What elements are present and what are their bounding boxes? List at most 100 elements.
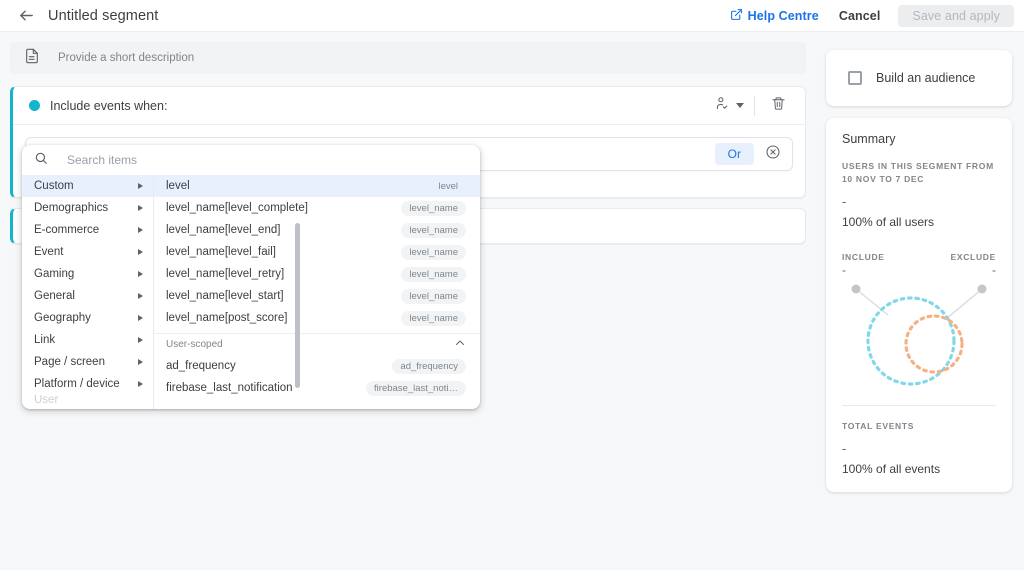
option-type-chip: level_name (401, 244, 466, 260)
option-item[interactable]: level_name[level_start] level_name (154, 285, 480, 307)
user-scope-icon (714, 96, 729, 116)
search-input[interactable] (65, 152, 405, 168)
build-audience-panel: Build an audience (826, 50, 1012, 106)
option-type-chip: level_name (401, 200, 466, 216)
external-link-icon (730, 8, 743, 24)
chevron-right-icon (138, 205, 143, 211)
save-and-apply-button[interactable]: Save and apply (898, 4, 1014, 27)
group-option-item[interactable]: firebase_last_notification firebase_last_… (154, 377, 480, 399)
option-item[interactable]: level level (154, 175, 480, 197)
help-centre-link[interactable]: Help Centre (720, 0, 829, 32)
option-label: level_name[level_start] (166, 290, 284, 302)
category-item[interactable]: Demographics (22, 197, 153, 219)
option-item[interactable]: level_name[level_end] level_name (154, 219, 480, 241)
condition-status-dot (29, 100, 40, 111)
build-audience-checkbox[interactable] (848, 71, 862, 85)
option-type-chip: firebase_last_noti… (366, 380, 466, 396)
category-label: Page / screen (34, 356, 105, 368)
category-label: User (34, 395, 59, 405)
top-app-bar: Untitled segment Help Centre Cancel Save… (0, 0, 1024, 32)
document-icon (24, 48, 40, 69)
category-label: Event (34, 246, 64, 258)
users-in-segment-value: - (842, 193, 847, 209)
chevron-right-icon (138, 271, 143, 277)
toolbar-divider (754, 95, 755, 116)
back-button[interactable] (10, 0, 42, 32)
venn-svg (851, 284, 987, 386)
group-label: User-scoped (166, 339, 223, 350)
category-item[interactable]: General (22, 285, 153, 307)
option-list-scrollbar[interactable] (295, 223, 300, 388)
option-item[interactable]: level_name[level_fail] level_name (154, 241, 480, 263)
chevron-right-icon (138, 337, 143, 343)
include-caption: INCLUDE (842, 251, 885, 262)
group-header-user-scoped: User-scoped (154, 333, 480, 355)
option-item[interactable]: level_name[post_score] level_name (154, 307, 480, 329)
option-label: level_name[level_complete] (166, 202, 308, 214)
trash-icon (771, 96, 786, 116)
chevron-right-icon (138, 227, 143, 233)
option-label: ad_frequency (166, 360, 236, 372)
description-placeholder: Provide a short description (58, 52, 195, 64)
description-field[interactable]: Provide a short description (10, 42, 806, 74)
category-item[interactable]: Page / screen (22, 351, 153, 373)
top-bar-actions: Help Centre Cancel Save and apply (720, 0, 1024, 32)
delete-condition-button[interactable] (765, 93, 791, 119)
chevron-down-icon[interactable] (736, 103, 744, 108)
category-label: Platform / device (34, 378, 120, 390)
chevron-right-icon (138, 381, 143, 387)
cancel-button[interactable]: Cancel (829, 0, 891, 32)
group-option-item[interactable]: ad_frequency ad_frequency (154, 355, 480, 377)
exclude-caption: EXCLUDE (950, 251, 996, 262)
total-events-caption: TOTAL EVENTS (842, 421, 915, 432)
option-type-chip: level_name (401, 288, 466, 304)
category-item-partially-visible[interactable]: User (22, 395, 153, 405)
category-item[interactable]: E-commerce (22, 219, 153, 241)
chevron-right-icon (138, 249, 143, 255)
option-label: level_name[level_retry] (166, 268, 285, 280)
dropdown-search-row (22, 145, 480, 175)
or-button[interactable]: Or (714, 143, 754, 165)
users-in-segment-caption: USERS IN THIS SEGMENT FROM 10 NOV TO 7 D… (842, 161, 994, 184)
segment-venn-diagram (842, 279, 996, 395)
category-label: Custom (34, 180, 74, 192)
category-item[interactable]: Link (22, 329, 153, 351)
option-item[interactable]: level_name[level_retry] level_name (154, 263, 480, 285)
chevron-right-icon (138, 315, 143, 321)
option-type-chip: level (438, 180, 458, 192)
help-centre-label: Help Centre (747, 8, 819, 23)
summary-title: Summary (842, 132, 896, 146)
option-type-chip: level_name (401, 222, 466, 238)
chevron-up-icon[interactable] (454, 337, 466, 352)
category-item[interactable]: Geography (22, 307, 153, 329)
option-label: level_name[post_score] (166, 312, 288, 324)
option-label: level_name[level_fail] (166, 246, 276, 258)
remove-filter-button[interactable] (760, 141, 786, 167)
summary-divider (842, 405, 996, 407)
option-list: level level level_name[level_complete] leve… (154, 175, 480, 409)
category-item[interactable]: Platform / device (22, 373, 153, 395)
category-item[interactable]: Event (22, 241, 153, 263)
condition-title: Include events when: (50, 98, 168, 113)
exclude-value: - (992, 263, 996, 278)
include-value: - (842, 263, 846, 278)
category-item[interactable]: Gaming (22, 263, 153, 285)
option-label: level (166, 180, 190, 192)
option-type-chip: ad_frequency (392, 358, 466, 374)
total-events-value: - (842, 441, 847, 456)
page-title: Untitled segment (48, 7, 159, 24)
category-label: Demographics (34, 202, 109, 214)
option-type-chip: level_name (401, 266, 466, 282)
option-item[interactable]: level_name[level_complete] level_name (154, 197, 480, 219)
users-percent-label: 100% of all users (842, 214, 935, 229)
scope-selector-button[interactable] (708, 93, 734, 119)
category-item[interactable]: Custom (22, 175, 153, 197)
chevron-right-icon (138, 293, 143, 299)
search-icon (34, 151, 48, 170)
segment-builder-page: Untitled segment Help Centre Cancel Save… (0, 0, 1024, 570)
include-exclude-values: - - (842, 263, 996, 277)
total-events-percent: 100% of all events (842, 462, 941, 476)
total-events-block: TOTAL EVENTS - 100% of all events (842, 420, 996, 476)
condition-card-header: Include events when: (13, 87, 805, 125)
category-label: E-commerce (34, 224, 100, 236)
